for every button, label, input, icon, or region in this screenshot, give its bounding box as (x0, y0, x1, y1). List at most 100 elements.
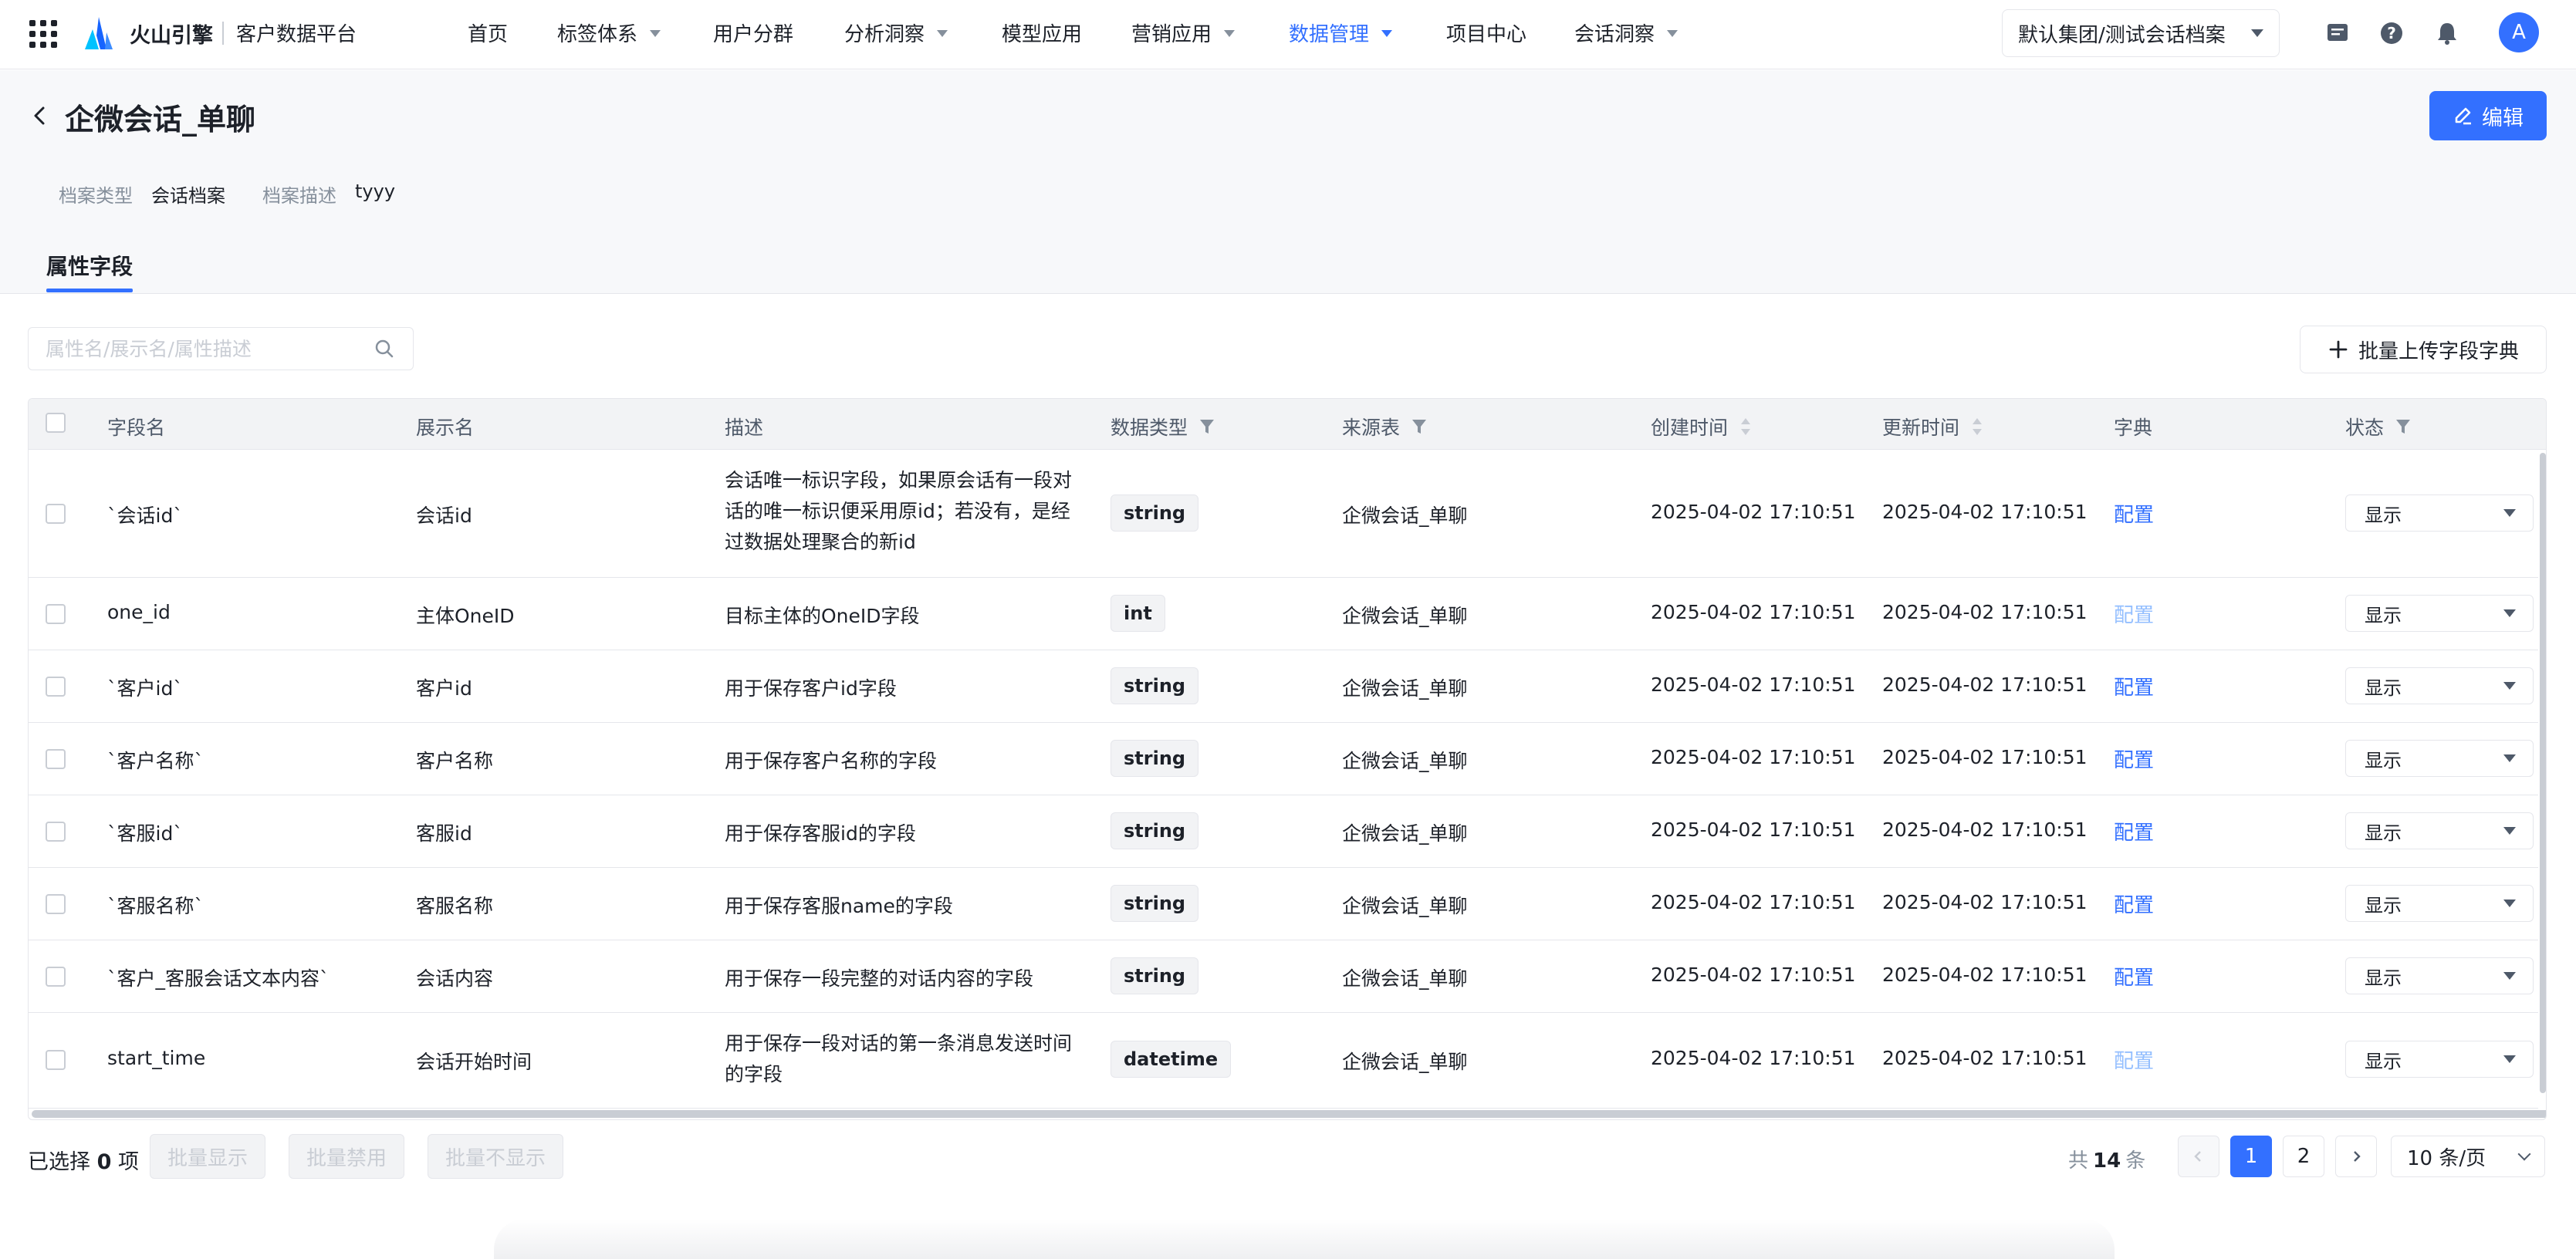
nav-tag-system[interactable]: 标签体系 (557, 19, 661, 47)
filter-icon[interactable] (1198, 417, 1215, 436)
dictionary-config-link[interactable]: 配置 (2114, 672, 2154, 700)
data-type-tag: string (1111, 740, 1199, 777)
back-arrow-icon[interactable] (29, 102, 51, 130)
field-name-cell: `客户_客服会话文本内容` (107, 967, 330, 990)
prev-page-button[interactable] (2178, 1136, 2219, 1177)
nav-marketing-apps[interactable]: 营销应用 (1131, 19, 1236, 47)
org-selector[interactable]: 默认集团/测试会话档案 (2002, 9, 2280, 57)
chevron-down-icon (937, 30, 948, 37)
display-name-cell: 客服id (416, 822, 472, 845)
source-table-cell: 企微会话_单聊 (1342, 605, 1468, 627)
table-row: `客服id` 客服id 用于保存客服id的字段 string 企微会话_单聊 2… (29, 795, 2546, 868)
dropdown-arrow-icon (2503, 682, 2516, 690)
source-table-cell: 企微会话_单聊 (1342, 505, 1468, 527)
row-checkbox[interactable] (46, 1050, 66, 1070)
vertical-scrollbar[interactable] (2540, 453, 2546, 1093)
dictionary-config-link[interactable]: 配置 (2114, 499, 2154, 528)
sort-icon[interactable] (1739, 415, 1753, 438)
status-select[interactable]: 显示 (2345, 957, 2534, 994)
edit-icon (2455, 107, 2471, 125)
row-checkbox[interactable] (46, 677, 66, 697)
dictionary-config-link[interactable]: 配置 (2114, 817, 2154, 846)
updated-time-cell: 2025-04-02 17:10:51 (1882, 501, 2088, 523)
app-grid-icon[interactable] (29, 20, 57, 48)
nav-project-center[interactable]: 项目中心 (1446, 19, 1526, 47)
source-table-cell: 企微会话_单聊 (1342, 677, 1468, 700)
status-value: 显示 (2365, 604, 2402, 626)
status-select[interactable]: 显示 (2345, 885, 2534, 922)
data-type-tag: string (1111, 885, 1199, 922)
row-checkbox[interactable] (46, 894, 66, 914)
created-time-cell: 2025-04-02 17:10:51 (1651, 1047, 1856, 1069)
tab-attribute-fields[interactable]: 属性字段 (46, 250, 133, 281)
page-size-select[interactable]: 10 条/页 (2391, 1136, 2545, 1177)
active-tab-indicator (46, 289, 133, 292)
dropdown-arrow-icon (2503, 972, 2516, 980)
description-cell: 用于保存客户id字段 (725, 677, 897, 700)
status-value: 显示 (2365, 504, 2402, 526)
archive-type-label: 档案类型 (59, 185, 133, 207)
chevron-down-icon (1381, 30, 1393, 37)
sort-icon[interactable] (1970, 415, 1984, 438)
dropdown-arrow-icon (2503, 1055, 2516, 1063)
status-select[interactable]: 显示 (2345, 595, 2534, 632)
status-select[interactable]: 显示 (2345, 740, 2534, 777)
source-table-cell: 企微会话_单聊 (1342, 967, 1468, 990)
volcengine-logo-icon (85, 17, 113, 49)
nav-home[interactable]: 首页 (468, 19, 508, 47)
source-table-cell: 企微会话_单聊 (1342, 1051, 1468, 1073)
status-select[interactable]: 显示 (2345, 494, 2534, 532)
batch-upload-label: 批量上传字段字典 (2358, 339, 2519, 363)
filter-icon[interactable] (2395, 417, 2412, 436)
page-button-1[interactable]: 1 (2230, 1136, 2272, 1177)
help-icon[interactable]: ? (2377, 19, 2406, 48)
nav-session-insight[interactable]: 会话洞察 (1574, 19, 1678, 47)
status-select[interactable]: 显示 (2345, 812, 2534, 849)
nav-user-segments[interactable]: 用户分群 (713, 19, 793, 47)
select-all-checkbox[interactable] (46, 413, 66, 433)
dictionary-config-link: 配置 (2114, 604, 2155, 627)
chevron-down-icon (1667, 30, 1678, 37)
row-checkbox[interactable] (46, 749, 66, 769)
updated-time-cell: 2025-04-02 17:10:51 (1882, 964, 2088, 986)
message-icon[interactable] (2323, 19, 2352, 48)
column-header-display-name: 展示名 (416, 417, 475, 439)
batch-hide-button[interactable]: 批量不显示 (428, 1134, 564, 1179)
search-input[interactable] (46, 337, 354, 360)
status-select[interactable]: 显示 (2345, 667, 2534, 704)
batch-upload-dictionary-button[interactable]: 批量上传字段字典 (2300, 326, 2547, 373)
status-value: 显示 (2365, 822, 2402, 844)
page-size-value: 10 条/页 (2407, 1146, 2486, 1170)
nav-data-management[interactable]: 数据管理 (1289, 19, 1393, 47)
dictionary-config-link[interactable]: 配置 (2114, 744, 2154, 773)
avatar[interactable]: A (2499, 12, 2539, 52)
horizontal-scrollbar[interactable] (32, 1110, 2546, 1118)
dictionary-config-link[interactable]: 配置 (2114, 962, 2154, 991)
created-time-cell: 2025-04-02 17:10:51 (1651, 964, 1856, 986)
search-field[interactable] (28, 327, 414, 370)
nav-model-apps[interactable]: 模型应用 (1002, 19, 1082, 47)
brand-divider (222, 22, 224, 45)
bell-icon[interactable] (2432, 19, 2462, 48)
filter-icon[interactable] (1411, 417, 1428, 436)
next-page-button[interactable] (2335, 1136, 2377, 1177)
row-checkbox[interactable] (46, 604, 66, 624)
edit-button[interactable]: 编辑 (2429, 91, 2547, 140)
batch-disable-button[interactable]: 批量禁用 (289, 1134, 405, 1179)
created-time-cell: 2025-04-02 17:10:51 (1651, 601, 1856, 623)
data-type-tag: string (1111, 667, 1199, 704)
page-button-2[interactable]: 2 (2283, 1136, 2324, 1177)
row-checkbox[interactable] (46, 504, 66, 524)
chevron-down-icon (1224, 30, 1236, 37)
plus-icon (2329, 340, 2348, 359)
updated-time-cell: 2025-04-02 17:10:51 (1882, 673, 2088, 696)
table-row: `客户名称` 客户名称 用于保存客户名称的字段 string 企微会话_单聊 2… (29, 723, 2546, 795)
row-checkbox[interactable] (46, 967, 66, 987)
status-select[interactable]: 显示 (2345, 1041, 2534, 1078)
dictionary-config-link[interactable]: 配置 (2114, 889, 2154, 918)
row-checkbox[interactable] (46, 822, 66, 842)
status-value: 显示 (2365, 894, 2402, 916)
chevron-right-icon (2354, 1151, 2361, 1162)
batch-show-button[interactable]: 批量显示 (150, 1134, 266, 1179)
nav-analysis-insight[interactable]: 分析洞察 (844, 19, 948, 47)
